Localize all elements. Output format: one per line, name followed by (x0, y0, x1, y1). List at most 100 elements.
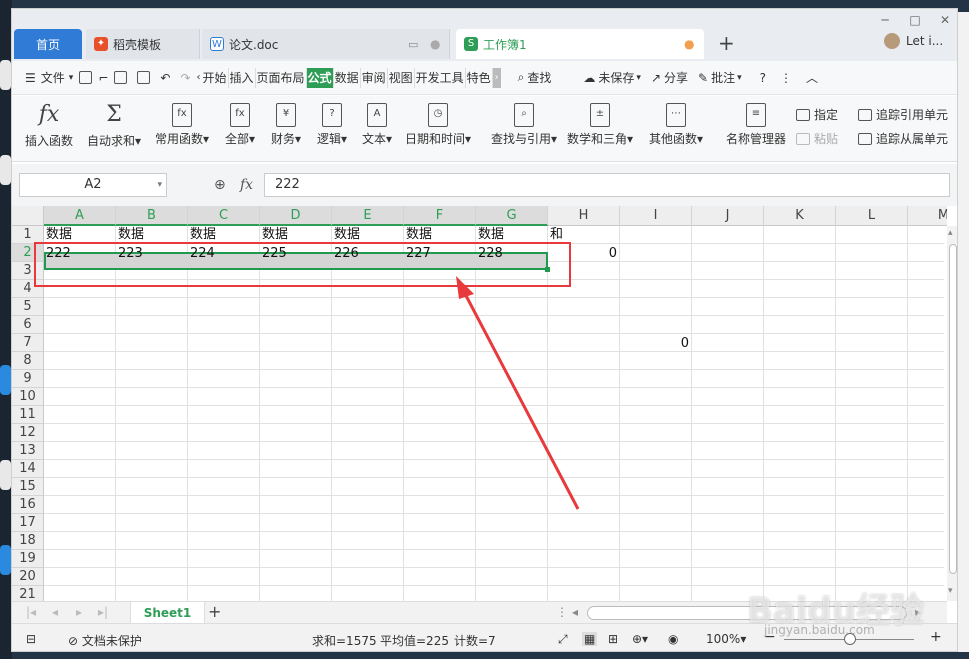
format-painter-icon[interactable]: ⌐ (97, 68, 109, 88)
maximize-button[interactable]: □ (907, 12, 923, 28)
new-tab-button[interactable]: + (718, 31, 735, 55)
sheet-tab[interactable]: Sheet1 (130, 602, 205, 624)
datetime-functions-button[interactable]: ◷ 日期和时间▾ (402, 100, 474, 147)
undo-icon[interactable]: ↶ (159, 68, 171, 88)
zoom-in-button[interactable]: + (930, 629, 942, 645)
tab-page-layout[interactable]: 页面布局 (256, 67, 307, 88)
desktop-shortcut-icon[interactable] (0, 460, 11, 490)
next-sheet-icon[interactable]: ▸ (76, 605, 82, 619)
scrollbar-thumb[interactable] (949, 244, 957, 574)
print-icon[interactable] (114, 71, 128, 84)
tab-view[interactable]: 视图 (388, 67, 415, 88)
tab-review[interactable]: 审阅 (361, 67, 388, 88)
lookup-label: 查找与引用 (490, 132, 551, 146)
collapse-ribbon-icon[interactable]: ︿ (805, 68, 819, 88)
all-functions-button[interactable]: fx 全部▾ (220, 100, 260, 147)
chevron-down-icon: ▾ (737, 72, 742, 83)
page-layout-view-icon[interactable]: ⊕▾ (632, 632, 648, 646)
cloud-save-status[interactable]: ☁ 未保存 ▾ (582, 68, 642, 88)
page-break-view-icon[interactable]: ⊞ (608, 632, 618, 646)
spreadsheet-grid[interactable]: ABCDEFGHIJKLM 12345678910111213141516171… (12, 206, 947, 601)
fullscreen-icon[interactable]: ⤢ (558, 632, 568, 647)
tab-device-icon[interactable]: ▭ (408, 38, 418, 51)
split-handle-icon[interactable]: ⋮ (556, 605, 568, 619)
lookup-functions-button[interactable]: ⌕ 查找与引用▾ (484, 100, 564, 147)
other-functions-button[interactable]: ⋯ 其他函数▾ (646, 100, 706, 147)
insert-function-button[interactable]: fx 插入函数 (24, 100, 74, 149)
fx-icon[interactable]: fx (240, 177, 253, 193)
tab-developer[interactable]: 开发工具 (415, 67, 466, 88)
vertical-scrollbar[interactable]: ▴ ▾ (947, 226, 957, 601)
comment-button[interactable]: ✎ 批注 ▾ (697, 68, 743, 88)
logic-functions-button[interactable]: ? 逻辑▾ (312, 100, 352, 147)
formula-input[interactable]: 222 (264, 173, 950, 197)
share-icon: ↗ (650, 70, 661, 85)
tab-data[interactable]: 数据 (334, 67, 361, 88)
desktop-shortcut-icon[interactable] (0, 155, 11, 185)
search-icon: ⌕ (517, 70, 525, 84)
text-functions-button[interactable]: A 文本▾ (357, 100, 397, 147)
tab-special[interactable]: 特色 (466, 67, 493, 88)
tab-label: 论文.doc (229, 37, 279, 52)
last-sheet-icon[interactable]: ▸| (98, 605, 108, 619)
scroll-down-icon[interactable]: ▾ (948, 586, 953, 596)
paste-name-label: 粘贴 (814, 132, 839, 146)
finance-functions-button[interactable]: ¥ 财务▾ (266, 100, 306, 147)
prev-sheet-icon[interactable]: ◂ (52, 605, 58, 619)
trace-dependents-button[interactable]: 追踪从属单元 (858, 130, 948, 147)
common-functions-button[interactable]: fx 常用函数▾ (152, 100, 212, 147)
zoom-level[interactable]: 100%▾ (706, 632, 746, 646)
common-functions-label: 常用函数 (154, 132, 203, 146)
zoom-search-icon[interactable]: ⊕ (214, 177, 226, 193)
math-functions-button[interactable]: ± 数学和三角▾ (564, 100, 636, 147)
tab-insert[interactable]: 插入 (229, 67, 256, 88)
layout-icon[interactable]: ⊟ (26, 632, 36, 646)
first-sheet-icon[interactable]: |◂ (26, 605, 36, 619)
name-manager-button[interactable]: ≡ 名称管理器 (724, 100, 788, 147)
add-sheet-button[interactable]: + (208, 602, 221, 621)
tab-formula[interactable]: 公式 (306, 67, 334, 88)
tab-start[interactable]: 开始 (202, 67, 229, 88)
tab-workbook1[interactable]: S 工作簿1 ● (456, 29, 704, 59)
desktop-shortcut-icon[interactable] (0, 545, 11, 575)
tab-home[interactable]: 首页 (14, 29, 82, 59)
annotation-arrow (456, 276, 580, 510)
hamburger-icon: ☰ (25, 70, 36, 85)
zoom-value: 100% (706, 632, 741, 646)
tab-label: 工作簿1 (483, 37, 527, 52)
tab-docer-templates[interactable]: ✦ 稻壳模板 (86, 29, 200, 59)
user-account[interactable]: Let i... (884, 33, 943, 49)
sheet-tab-label: Sheet1 (143, 606, 192, 620)
define-name-button[interactable]: 指定 (796, 106, 838, 123)
trace-precedents-label: 追踪引用单元 (876, 108, 949, 122)
trace-dependents-label: 追踪从属单元 (876, 132, 949, 146)
scroll-right-icon[interactable]: › (492, 67, 501, 88)
formula-ribbon: fx 插入函数 Σ 自动求和▾ fx 常用函数▾ fx 全部▾ ¥ 财务▾ ? … (12, 96, 957, 162)
eye-protection-icon[interactable]: ◉ (668, 632, 678, 646)
document-protect-status[interactable]: ⊘ 文档未保护 (68, 632, 142, 649)
scroll-up-icon[interactable]: ▴ (948, 228, 953, 238)
file-menu[interactable]: ☰ 文件 ▾ (24, 68, 74, 88)
minimize-button[interactable]: ─ (877, 12, 893, 28)
save-icon[interactable] (79, 71, 93, 84)
watermark-url: jingyan.baidu.com (764, 623, 875, 637)
name-box[interactable]: A2 ▾ (19, 173, 167, 197)
comment-icon: ✎ (698, 70, 709, 85)
chevron-down-icon[interactable]: ▾ (157, 174, 162, 196)
scroll-left-icon[interactable]: ◂ (572, 605, 578, 619)
desktop-shortcut-icon[interactable] (0, 365, 11, 395)
more-icon[interactable]: ⋮ (779, 68, 793, 88)
paste-name-button[interactable]: 粘贴 (796, 130, 838, 147)
search-button[interactable]: ⌕ 查找 (517, 68, 553, 88)
trace-precedents-button[interactable]: 追踪引用单元 (858, 106, 948, 123)
close-button[interactable]: ✕ (937, 12, 953, 28)
desktop-shortcut-icon[interactable] (0, 60, 11, 90)
tab-thesis-doc[interactable]: W 论文.doc ▭ ● (202, 29, 450, 59)
redo-icon[interactable]: ↷ (179, 68, 191, 88)
autosum-button[interactable]: Σ 自动求和▾ (84, 100, 144, 149)
paste-icon (796, 132, 810, 145)
share-button[interactable]: ↗ 分享 (650, 68, 689, 88)
help-icon[interactable]: ? (759, 68, 767, 88)
print-preview-icon[interactable] (137, 71, 151, 84)
normal-view-icon[interactable]: ▦ (582, 632, 598, 646)
